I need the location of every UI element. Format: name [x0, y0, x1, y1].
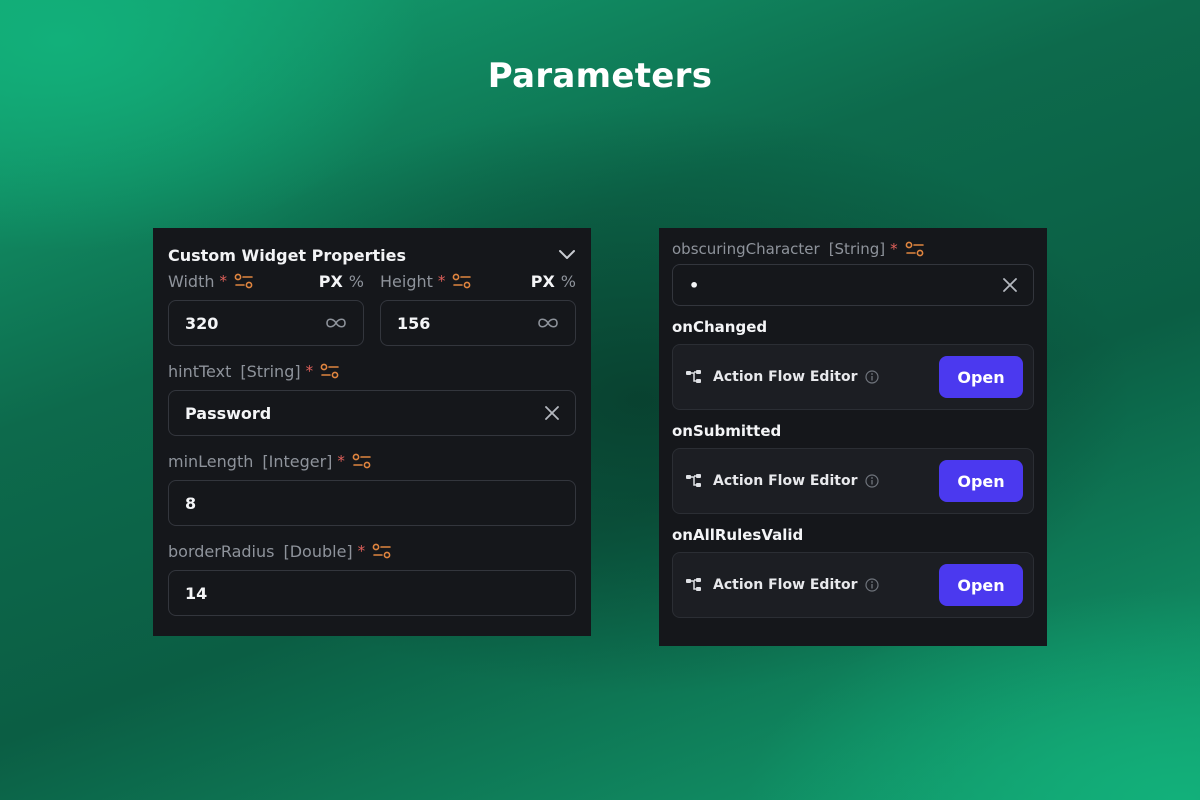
close-icon[interactable]	[1003, 278, 1017, 292]
open-button[interactable]: Open	[939, 564, 1023, 606]
min-length-value: 8	[185, 493, 197, 513]
hint-text-property: hintText [String] *	[168, 360, 576, 382]
unit-selector[interactable]: PX%	[531, 272, 576, 291]
on-submitted-action: Action Flow Editor Open	[672, 448, 1034, 514]
type-tag: [Double]	[283, 541, 353, 561]
close-icon[interactable]	[545, 406, 559, 420]
custom-widget-properties-panel: Custom Widget Properties Width * PX% 320…	[153, 228, 591, 636]
infinity-icon[interactable]	[325, 317, 347, 329]
obscuring-character-value: •	[689, 275, 700, 295]
on-submitted-label: onSubmitted	[672, 422, 782, 440]
width-value: 320	[185, 313, 219, 333]
variable-settings-icon[interactable]	[372, 543, 392, 559]
required-marker: *	[337, 452, 345, 470]
action-flow-icon	[685, 369, 703, 385]
chevron-down-icon[interactable]	[558, 248, 575, 262]
info-icon[interactable]	[865, 578, 880, 592]
action-flow-icon	[685, 577, 703, 593]
required-marker: *	[219, 272, 227, 290]
min-length-label: minLength	[168, 451, 254, 471]
required-marker: *	[305, 362, 314, 380]
border-radius-input[interactable]: 14	[168, 570, 576, 616]
required-marker: *	[890, 240, 898, 258]
on-all-rules-valid-label: onAllRulesValid	[672, 526, 804, 544]
border-radius-property: borderRadius [Double] *	[168, 540, 576, 562]
obscuring-character-input[interactable]: •	[672, 264, 1034, 306]
hint-text-input[interactable]: Password	[168, 390, 576, 436]
width-label: Width	[168, 271, 215, 291]
obscuring-character-property: obscuringCharacter [String] *	[672, 238, 1034, 260]
on-all-rules-valid-action: Action Flow Editor Open	[672, 552, 1034, 618]
type-tag: [Integer]	[262, 451, 333, 471]
actions-panel: obscuringCharacter [String] * • onChange…	[659, 228, 1047, 646]
required-marker: *	[357, 542, 366, 560]
infinity-icon[interactable]	[537, 317, 559, 329]
panel-title: Custom Widget Properties	[168, 245, 406, 265]
page-title: Parameters	[487, 56, 713, 96]
hint-text-label: hintText	[168, 361, 232, 381]
info-icon[interactable]	[865, 370, 880, 384]
action-flow-editor-label: Action Flow Editor	[713, 577, 858, 593]
width-input[interactable]: 320	[168, 300, 364, 346]
unit-px[interactable]: PX	[531, 272, 555, 291]
variable-settings-icon[interactable]	[352, 453, 372, 469]
on-changed-action: Action Flow Editor Open	[672, 344, 1034, 410]
variable-settings-icon[interactable]	[234, 273, 254, 289]
unit-selector[interactable]: PX%	[319, 272, 364, 291]
obscuring-character-label: obscuringCharacter	[672, 240, 820, 258]
variable-settings-icon[interactable]	[320, 363, 340, 379]
open-button[interactable]: Open	[939, 460, 1023, 502]
action-flow-editor-label: Action Flow Editor	[713, 369, 858, 385]
border-radius-value: 14	[185, 583, 208, 603]
unit-px[interactable]: PX	[319, 272, 343, 291]
variable-settings-icon[interactable]	[452, 273, 472, 289]
height-value: 156	[397, 313, 431, 333]
action-flow-editor-label: Action Flow Editor	[713, 473, 858, 489]
min-length-input[interactable]: 8	[168, 480, 576, 526]
variable-settings-icon[interactable]	[905, 241, 925, 257]
info-icon[interactable]	[865, 474, 880, 488]
border-radius-label: borderRadius	[168, 541, 275, 561]
height-input[interactable]: 156	[380, 300, 576, 346]
type-tag: [String]	[240, 361, 301, 381]
height-label: Height	[380, 271, 433, 291]
height-property: Height * PX% 156	[380, 270, 576, 346]
open-button[interactable]: Open	[939, 356, 1023, 398]
unit-percent[interactable]: %	[349, 272, 364, 291]
unit-percent[interactable]: %	[561, 272, 576, 291]
width-property: Width * PX% 320	[168, 270, 364, 346]
type-tag: [String]	[828, 240, 886, 258]
required-marker: *	[437, 272, 446, 290]
on-changed-label: onChanged	[672, 318, 768, 336]
action-flow-icon	[685, 473, 703, 489]
min-length-property: minLength [Integer] *	[168, 450, 576, 472]
panel-header[interactable]: Custom Widget Properties	[168, 242, 576, 268]
hint-text-value: Password	[185, 403, 272, 423]
